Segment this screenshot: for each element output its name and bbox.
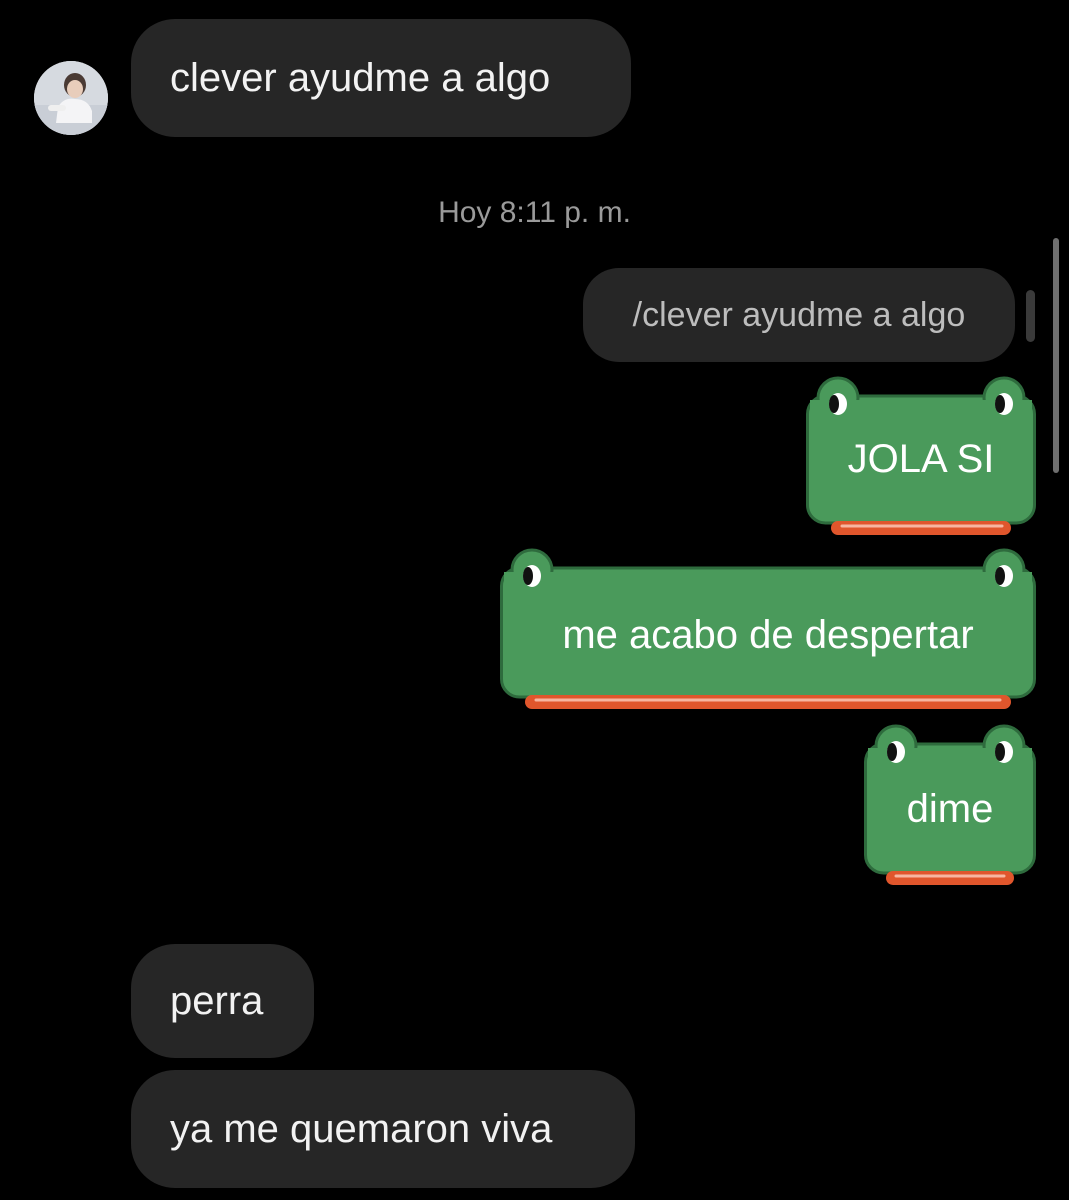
outgoing-frog-message-bubble[interactable]: dime <box>864 724 1036 886</box>
outgoing-frog-message-bubble[interactable]: JOLA SI <box>806 376 1036 536</box>
message-text: me acabo de despertar <box>562 613 974 657</box>
message-text: clever ayudme a algo <box>170 55 551 100</box>
message-text: perra <box>170 978 264 1023</box>
incoming-message-bubble[interactable]: perra <box>131 944 314 1058</box>
avatar[interactable] <box>34 61 108 135</box>
message-text: dime <box>906 787 994 831</box>
outgoing-frog-message-bubble[interactable]: me acabo de despertar <box>500 548 1036 710</box>
reply-quote-bubble[interactable]: /clever ayudme a algo <box>583 268 1015 362</box>
reply-quote-text: /clever ayudme a algo <box>632 295 966 334</box>
incoming-message-bubble[interactable]: ya me quemaron viva <box>131 1070 635 1188</box>
timestamp: Hoy 8:11 p. m. <box>438 196 631 229</box>
message-text: JOLA SI <box>847 437 995 481</box>
message-text: ya me quemaron viva <box>170 1106 553 1151</box>
incoming-message-bubble[interactable]: clever ayudme a algo <box>131 19 631 137</box>
scrollbar[interactable] <box>1053 238 1059 473</box>
reply-indicator-bar <box>1026 290 1035 342</box>
